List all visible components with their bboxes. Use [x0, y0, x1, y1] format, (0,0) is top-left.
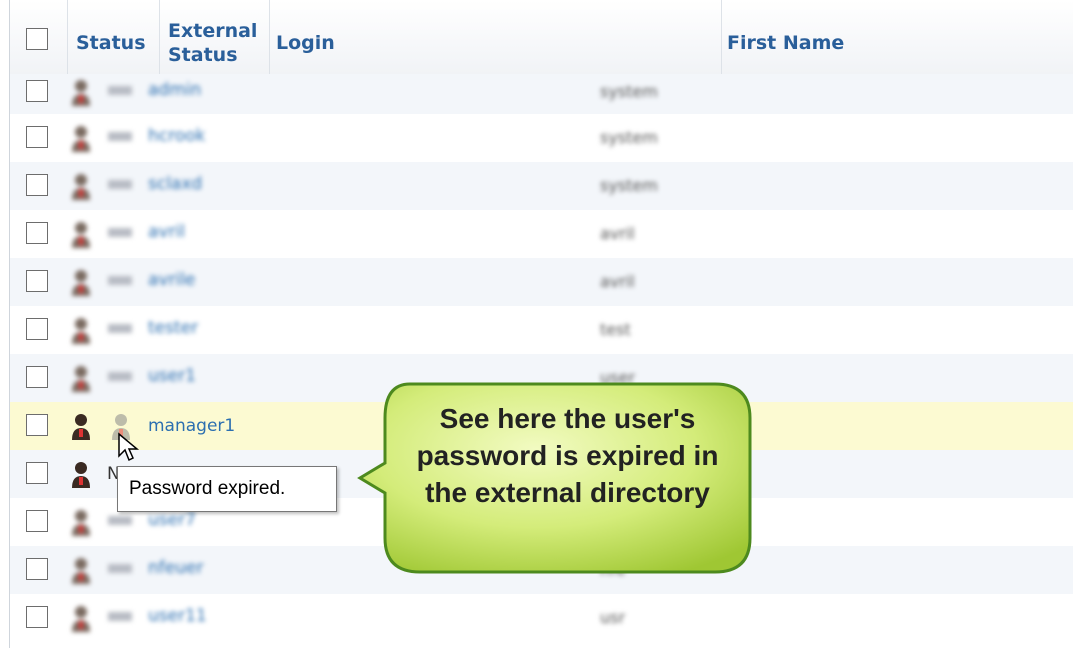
- login-link[interactable]: sclaxd: [148, 174, 202, 194]
- mouse-cursor-icon: [118, 432, 140, 462]
- callout-text: See here the user's password is expired …: [416, 403, 719, 508]
- row-checkbox[interactable]: [26, 222, 48, 244]
- login-column-header[interactable]: Login: [270, 0, 722, 74]
- status-column-header[interactable]: Status: [68, 0, 160, 74]
- row-checkbox[interactable]: [26, 318, 48, 340]
- blurred-status-text: [108, 276, 132, 285]
- row-checkbox[interactable]: [26, 270, 48, 292]
- user-status-icon: [70, 172, 92, 202]
- blurred-status-text: [108, 324, 132, 333]
- login-link[interactable]: user11: [148, 606, 207, 626]
- blurred-column-value: usr: [600, 608, 626, 627]
- login-link[interactable]: hcrook: [148, 126, 205, 146]
- row-checkbox[interactable]: [26, 80, 48, 102]
- login-link[interactable]: nfeuer: [148, 558, 203, 578]
- user-status-icon: [70, 604, 92, 634]
- row-checkbox[interactable]: [26, 126, 48, 148]
- blurred-status-text: [108, 180, 132, 189]
- row-checkbox[interactable]: [26, 414, 48, 436]
- blurred-column-value: system: [600, 176, 658, 195]
- user-status-icon: [70, 78, 92, 108]
- login-link[interactable]: avrile: [148, 270, 195, 290]
- external-status-column-header[interactable]: External Status: [160, 0, 270, 74]
- login-link[interactable]: tester: [148, 318, 198, 338]
- blurred-status-text: [108, 228, 132, 237]
- user-status-icon: [70, 124, 92, 154]
- user-active-icon: [70, 412, 92, 442]
- user-active-icon: [70, 460, 92, 490]
- user-status-icon: [70, 508, 92, 538]
- login-link[interactable]: avril: [148, 222, 185, 242]
- table-row[interactable]: avril avril: [10, 210, 1073, 258]
- row-checkbox[interactable]: [26, 606, 48, 628]
- blurred-status-text: [108, 564, 132, 573]
- blurred-status-text: [108, 516, 132, 525]
- blurred-column-value: avril: [600, 224, 635, 243]
- table-row[interactable]: avrile avril: [10, 258, 1073, 306]
- table-row[interactable]: tester test: [10, 306, 1073, 354]
- user-status-icon: [70, 220, 92, 250]
- user-status-icon: [70, 316, 92, 346]
- select-column-header: [10, 0, 68, 74]
- login-link[interactable]: admin: [148, 80, 201, 100]
- blurred-status-text: [108, 86, 132, 95]
- blurred-column-value: system: [600, 82, 658, 101]
- row-checkbox[interactable]: [26, 366, 48, 388]
- blurred-status-text: [108, 132, 132, 141]
- login-header-label: Login: [276, 32, 335, 54]
- status-header-label: Status: [76, 32, 146, 54]
- table-row[interactable]: admin system: [10, 74, 1073, 114]
- password-expired-tooltip: Password expired.: [117, 466, 337, 512]
- blurred-column-value: system: [600, 128, 658, 147]
- blurred-column-value: avril: [600, 272, 635, 291]
- table-row[interactable]: hcrook system: [10, 114, 1073, 162]
- table-row[interactable]: user11 usr: [10, 594, 1073, 642]
- login-link[interactable]: manager1: [148, 416, 235, 436]
- row-checkbox[interactable]: [26, 558, 48, 580]
- first-name-column-header[interactable]: First Name: [722, 0, 1073, 74]
- blurred-column-value: test: [600, 320, 631, 339]
- external-status-header-label-2: Status: [168, 44, 238, 66]
- first-name-header-label: First Name: [727, 32, 845, 54]
- row-checkbox[interactable]: [26, 510, 48, 532]
- table-row[interactable]: sclaxd system: [10, 162, 1073, 210]
- login-link[interactable]: user7: [148, 510, 196, 530]
- user-status-icon: [70, 556, 92, 586]
- row-checkbox[interactable]: [26, 462, 48, 484]
- user-status-icon: [70, 364, 92, 394]
- user-status-icon: [70, 268, 92, 298]
- select-all-checkbox[interactable]: [26, 28, 48, 50]
- row-checkbox[interactable]: [26, 174, 48, 196]
- external-status-header-label-1: External: [168, 20, 258, 42]
- blurred-status-text: [108, 612, 132, 621]
- grid-header: Status External Status Login First Name: [10, 0, 1073, 75]
- login-link[interactable]: user1: [148, 366, 196, 386]
- blurred-status-text: [108, 372, 132, 381]
